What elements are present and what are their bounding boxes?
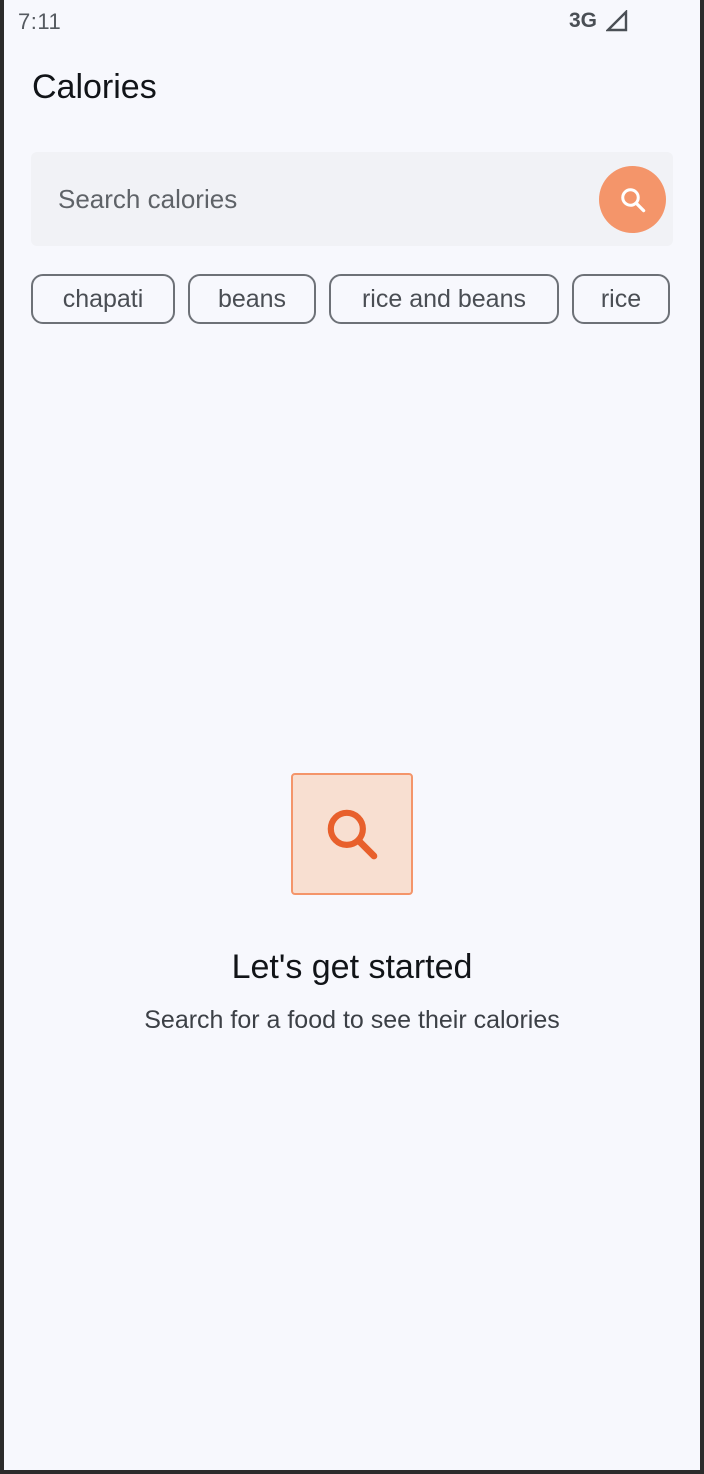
search-input[interactable] <box>31 152 591 246</box>
chip-label: beans <box>217 284 287 313</box>
app-screen: 7:11 3G Calories chapati beans rice and … <box>4 0 700 1470</box>
suggestion-chip-beans[interactable]: beans <box>188 274 316 324</box>
search-bar <box>31 152 673 246</box>
search-button[interactable] <box>599 166 666 233</box>
search-icon <box>327 809 378 860</box>
status-bar: 7:11 3G <box>4 0 700 44</box>
suggestion-chip-rice[interactable]: rice <box>572 274 670 324</box>
suggestion-chip-rice-and-beans[interactable]: rice and beans <box>329 274 559 324</box>
empty-state-title: Let's get started <box>231 948 473 986</box>
chip-label: rice <box>600 284 642 313</box>
network-type: 3G <box>569 9 598 32</box>
page-title: Calories <box>32 68 157 106</box>
search-icon <box>620 187 645 212</box>
chip-label: rice and beans <box>361 284 526 313</box>
suggestion-chip-chapati[interactable]: chapati <box>31 274 175 324</box>
cellular-signal-icon <box>606 10 628 32</box>
empty-state-illustration <box>291 773 413 895</box>
empty-state-subtitle: Search for a food to see their calories <box>144 1006 560 1034</box>
chip-label: chapati <box>62 284 144 313</box>
status-time: 7:11 <box>18 9 62 34</box>
